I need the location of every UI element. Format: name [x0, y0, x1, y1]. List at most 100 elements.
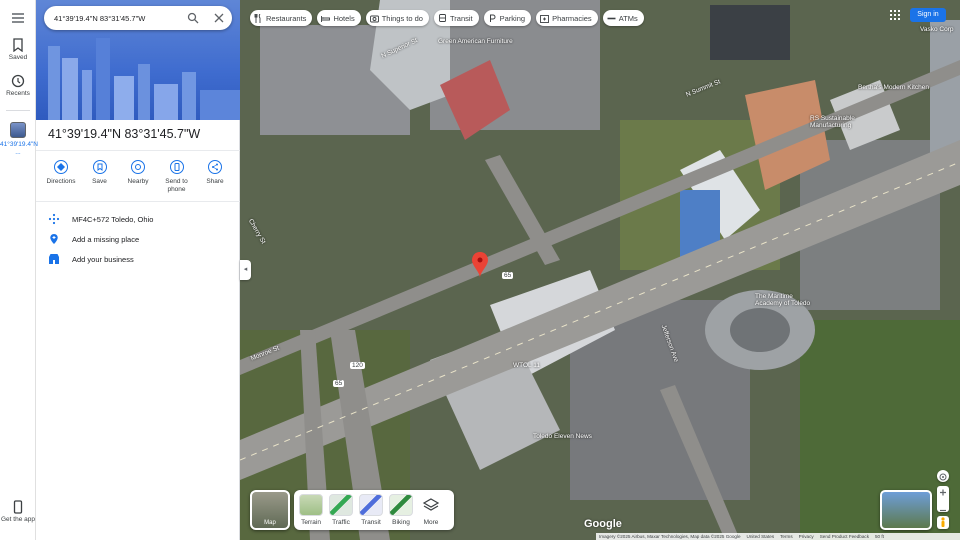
phone-icon — [13, 500, 23, 514]
layers-icon — [422, 498, 440, 511]
layer-traffic-label: Traffic — [332, 519, 350, 526]
chip-things-to-do[interactable]: Things to do — [365, 10, 429, 26]
transit-icon — [439, 13, 446, 22]
add-missing-place-text: Add a missing place — [72, 234, 140, 244]
action-row: Directions Save Nearby Send to phone Sha… — [42, 160, 234, 200]
scale-bar[interactable]: 50 ft — [875, 534, 884, 539]
rail-get-app[interactable]: Get the app — [0, 500, 36, 524]
search-icon[interactable] — [187, 12, 199, 24]
map-label-vasko[interactable]: Vasko Corp — [920, 26, 953, 33]
terrain-thumb — [299, 494, 323, 516]
directions-button[interactable]: Directions — [42, 160, 80, 200]
bookmark-outline-icon — [92, 160, 107, 174]
my-location-button[interactable] — [937, 470, 949, 482]
rail-recents-label: Recents — [6, 90, 30, 97]
left-rail: Saved Recents 41°39'19.4"N ... Get the a… — [0, 0, 38, 540]
rail-saved[interactable]: Saved — [0, 38, 36, 61]
map-imagery — [240, 0, 960, 540]
share-button[interactable]: Share — [196, 160, 234, 200]
rail-divider — [6, 110, 30, 111]
crosshair-icon — [939, 473, 947, 481]
nearby-button[interactable]: Nearby — [119, 160, 157, 200]
plus-code-icon — [48, 213, 60, 225]
send-to-phone-label: Send to phone — [165, 178, 188, 193]
map-label-green-american[interactable]: Green American Furniture — [438, 38, 513, 45]
pegman-button[interactable] — [937, 516, 949, 529]
feedback-link[interactable]: Send Product Feedback — [820, 534, 869, 539]
map-label-rs-sustainable[interactable]: RS Sustainable Manufacturing — [810, 115, 870, 129]
add-business-text: Add your business — [72, 254, 134, 264]
country-link[interactable]: United States — [747, 534, 775, 539]
chip-atms[interactable]: ATMs — [602, 10, 644, 26]
place-title: 41°39'19.4"N 83°31'45.7"W — [48, 127, 201, 141]
pharmacy-icon — [540, 14, 550, 23]
collapse-panel-button[interactable]: ◂ — [240, 260, 251, 280]
map-label-toledo-eleven[interactable]: Toledo Eleven News — [533, 433, 592, 440]
privacy-link[interactable]: Privacy — [799, 534, 814, 539]
apps-grid-icon[interactable] — [890, 10, 900, 20]
zoom-in-icon[interactable] — [937, 486, 949, 499]
camera-icon — [369, 15, 379, 22]
chip-hotels[interactable]: Hotels — [317, 10, 361, 26]
chip-things-to-do-label: Things to do — [381, 13, 423, 23]
nearby-icon — [131, 160, 145, 174]
plus-code-row[interactable]: MF4C+572 Toledo, Ohio — [48, 211, 236, 227]
storefront-icon — [49, 254, 59, 264]
close-icon[interactable] — [213, 12, 225, 24]
layer-terrain-label: Terrain — [301, 519, 321, 526]
save-button[interactable]: Save — [81, 160, 119, 200]
parking-icon — [489, 14, 496, 22]
map-label-berthas[interactable]: Bertha's Modern Kitchen — [858, 84, 929, 91]
plus-code-text: MF4C+572 Toledo, Ohio — [72, 214, 154, 224]
place-panel: 41°39'19.4"N 83°31'45.7"W Directions Sav… — [36, 0, 240, 540]
hotel-icon — [321, 15, 331, 22]
map-footer: Imagery ©2025 Airbus, Maxar Technologies… — [596, 533, 960, 540]
search-input[interactable] — [54, 10, 179, 26]
chip-restaurants-label: Restaurants — [266, 13, 307, 23]
layer-more[interactable]: More — [418, 494, 444, 530]
chip-parking-label: Parking — [499, 13, 526, 23]
restaurant-icon — [254, 13, 261, 23]
map-label-wtol[interactable]: WTOL 11 — [513, 362, 540, 369]
menu-icon[interactable] — [10, 10, 26, 26]
zoom-controls — [937, 486, 949, 512]
layer-terrain[interactable]: Terrain — [298, 494, 324, 530]
chip-transit[interactable]: Transit — [433, 10, 479, 26]
add-missing-place-row[interactable]: Add a missing place — [48, 231, 236, 247]
chevron-left-icon: ◂ — [243, 266, 248, 273]
layer-toggle-map[interactable]: Map — [250, 490, 290, 530]
chip-pharmacies[interactable]: Pharmacies — [536, 10, 598, 26]
send-to-phone-icon — [169, 160, 184, 174]
city-illustration — [48, 38, 240, 120]
save-label: Save — [92, 178, 107, 185]
panel-divider-2 — [36, 201, 240, 202]
chip-atms-label: ATMs — [618, 13, 638, 23]
layer-options: Terrain Traffic Transit Biking More — [294, 490, 454, 530]
layer-traffic[interactable]: Traffic — [328, 494, 354, 530]
more-thumb — [419, 494, 443, 516]
satellite-map[interactable]: Green American Furniture N Superior St N… — [240, 0, 960, 540]
chip-transit-label: Transit — [449, 13, 473, 23]
layer-toggle-label: Map — [264, 520, 276, 526]
sign-in-button[interactable]: Sign in — [910, 8, 946, 22]
search-box — [44, 6, 232, 30]
google-logo: Google — [584, 518, 622, 530]
street-view-preview[interactable] — [880, 490, 932, 530]
share-label: Share — [206, 178, 224, 185]
map-label-maritime-academy[interactable]: The Maritime Academy of Toledo — [755, 293, 815, 307]
chip-parking[interactable]: Parking — [483, 10, 532, 26]
rail-get-app-label: Get the app — [1, 516, 35, 523]
imagery-credit: Imagery ©2025 Airbus, Maxar Technologies… — [599, 534, 741, 539]
terms-link[interactable]: Terms — [780, 534, 793, 539]
chip-restaurants[interactable]: Restaurants — [250, 10, 313, 26]
layer-biking[interactable]: Biking — [388, 494, 414, 530]
recent-place-thumbnail[interactable] — [10, 122, 26, 138]
add-business-row[interactable]: Add your business — [48, 251, 236, 267]
route-shield-120: 120 — [350, 362, 365, 369]
rail-recents[interactable]: Recents — [0, 74, 36, 97]
recent-place-label[interactable]: 41°39'19.4"N ... — [0, 141, 38, 157]
category-chips: Restaurants Hotels Things to do Transit … — [250, 10, 644, 26]
directions-icon — [54, 160, 68, 174]
layer-transit[interactable]: Transit — [358, 494, 384, 530]
send-to-phone-button[interactable]: Send to phone — [158, 160, 196, 200]
